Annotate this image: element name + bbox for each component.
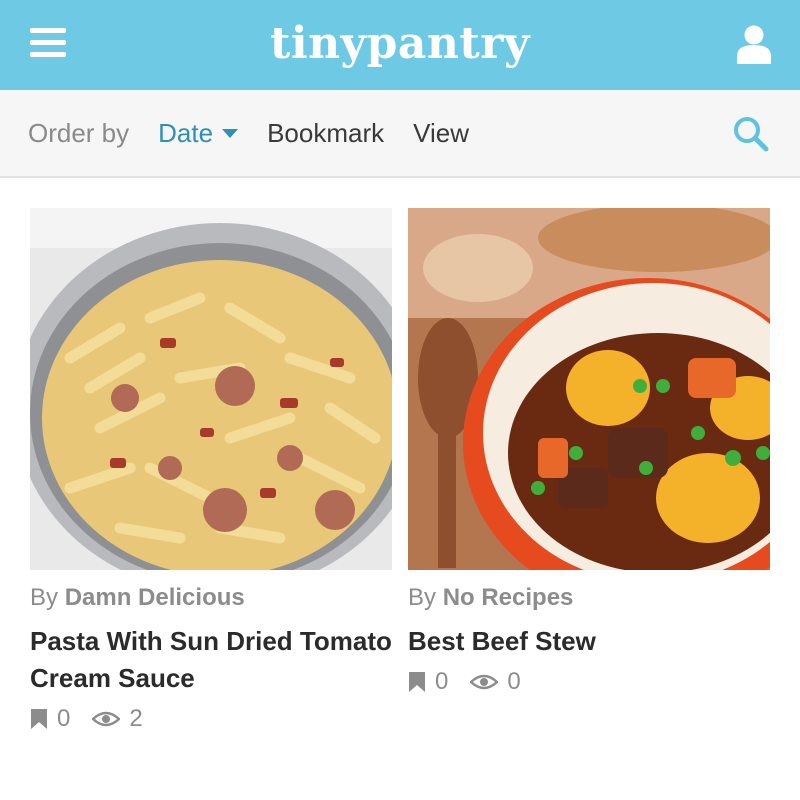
order-option-date[interactable]: Date [158, 117, 239, 149]
bookmark-count: 0 [57, 705, 71, 732]
recipe-author-link[interactable]: Damn Delicious [65, 584, 245, 611]
recipe-card[interactable]: By Damn Delicious Pasta With Sun Dried T… [30, 208, 392, 733]
app-logo[interactable]: tinypantry [270, 18, 530, 69]
recipe-author-link[interactable]: No Recipes [443, 584, 574, 611]
byline-prefix: By [408, 584, 437, 611]
order-option-view[interactable]: View [413, 118, 469, 149]
views-count: 0 [507, 668, 521, 695]
bookmark-icon [409, 672, 425, 692]
search-icon[interactable] [733, 116, 769, 152]
views-count: 2 [129, 705, 143, 732]
recipe-card[interactable]: By No Recipes Best Beef Stew 0 0 [408, 208, 770, 696]
recipe-title[interactable]: Best Beef Stew [408, 623, 770, 660]
bookmark-stat[interactable]: 0 [30, 705, 70, 733]
filter-bar: Order by Date Bookmark View [0, 90, 800, 178]
recipe-photo-stew[interactable] [408, 208, 770, 570]
recipe-byline: By No Recipes [408, 584, 770, 612]
bookmark-stat[interactable]: 0 [408, 668, 448, 696]
eye-icon [470, 674, 499, 690]
views-stat: 2 [92, 705, 143, 733]
recipe-title[interactable]: Pasta With Sun Dried Tomato Cream Sauce [30, 623, 392, 697]
views-stat: 0 [470, 668, 521, 696]
recipe-stats: 0 2 [30, 705, 392, 733]
menu-icon[interactable] [30, 28, 66, 60]
bookmark-count: 0 [435, 668, 449, 695]
order-by-label: Order by [28, 117, 130, 148]
recipe-photo-pasta[interactable] [30, 208, 392, 570]
caret-down-icon [222, 128, 239, 138]
recipe-byline: By Damn Delicious [30, 584, 392, 612]
user-icon[interactable] [735, 24, 773, 64]
order-option-bookmark[interactable]: Bookmark [267, 118, 384, 149]
recipe-stats: 0 0 [408, 668, 770, 696]
bookmark-icon [31, 709, 47, 729]
top-bar: tinypantry [0, 0, 800, 90]
eye-icon [92, 711, 121, 727]
byline-prefix: By [30, 584, 59, 611]
order-option-date-label: Date [158, 117, 214, 148]
